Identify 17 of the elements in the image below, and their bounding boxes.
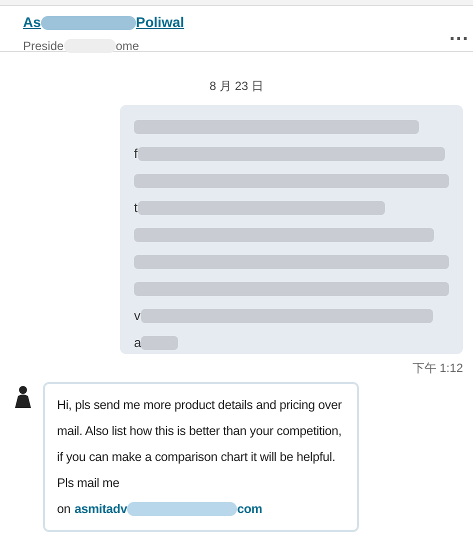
- redacted-block: [64, 39, 116, 53]
- headline-text: Preside: [23, 38, 64, 55]
- message-text-fragment: f: [134, 144, 138, 163]
- message-text: on: [57, 501, 71, 518]
- message-text-fragment: v: [134, 306, 140, 325]
- email-link[interactable]: asmitadv: [74, 496, 128, 522]
- message-time: 下午 1:12: [412, 360, 463, 377]
- message-text-fragment: t: [134, 198, 138, 217]
- headline-text: ome: [116, 38, 140, 55]
- date-divider: 8 月 23 日: [209, 78, 264, 95]
- email-link[interactable]: com: [237, 496, 262, 522]
- avatar-icon: [12, 384, 34, 408]
- profile-name-link[interactable]: Poliwal: [136, 12, 184, 33]
- profile-name-link[interactable]: As: [23, 12, 41, 33]
- more-button[interactable]: ...: [449, 24, 469, 44]
- message-text-fragment: a: [134, 334, 142, 352]
- redacted-block: [141, 336, 178, 350]
